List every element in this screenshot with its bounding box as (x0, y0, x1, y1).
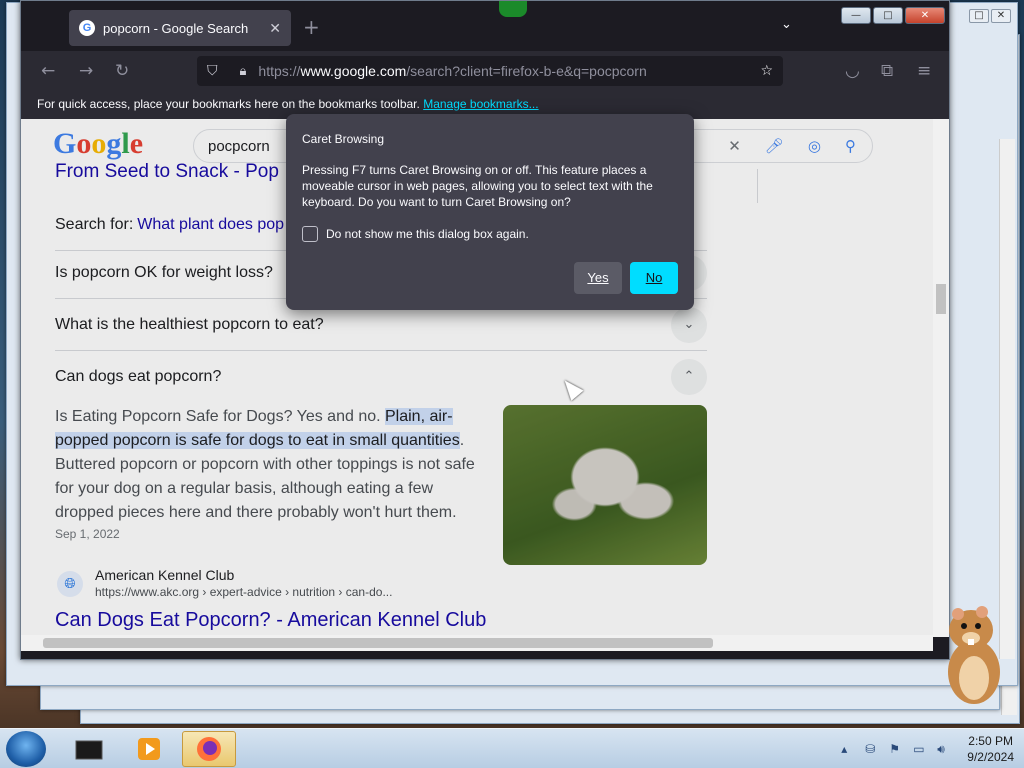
start-button[interactable] (6, 731, 46, 767)
search-for-link[interactable]: What plant does pop (137, 216, 284, 234)
tab-title: popcorn - Google Search (103, 20, 249, 36)
show-hidden-icons-arrow-icon[interactable]: ▴ (841, 742, 855, 756)
logo-letter: o (91, 127, 107, 160)
answer-date: Sep 1, 2022 (55, 527, 120, 541)
chevron-up-icon[interactable]: ⌃ (671, 359, 707, 395)
lock-icon[interactable]: 🔒︎ (240, 64, 247, 79)
faq-question: What is the healthiest popcorn to eat? (55, 315, 324, 333)
pocket-icon[interactable]: ◡ (845, 61, 860, 81)
partial-result-heading[interactable]: From Seed to Snack - Pop (55, 161, 279, 183)
tab-bar: G popcorn - Google Search ✕ + ⌄ — □ ✕ (21, 1, 949, 51)
firefox-icon (197, 737, 221, 761)
manage-bookmarks-link[interactable]: Manage bookmarks... (423, 97, 538, 111)
search-for-prefix: Search for: (55, 215, 134, 233)
system-tray: ▴ ⛁ ⚑ ▭ 🔊︎ 2:50 PM 9/2/2024 (841, 729, 1014, 768)
address-bar[interactable]: ⛉ 🔒︎ https://www.google.com/search?clien… (197, 56, 783, 86)
yes-button[interactable]: Yes (574, 262, 622, 294)
url-prefix: https:// (258, 63, 301, 79)
checkbox-box[interactable] (302, 226, 318, 242)
maximize-button[interactable]: □ (873, 7, 903, 24)
dont-show-again-checkbox[interactable]: Do not show me this dialog box again. (302, 226, 678, 242)
terminal-icon (75, 740, 103, 760)
taskbar-media-player[interactable] (122, 731, 176, 767)
url-host: www.google.com (300, 63, 407, 79)
close-tab-icon[interactable]: ✕ (269, 20, 281, 37)
tracking-protection-shield-icon[interactable]: ⛉ (207, 63, 218, 79)
answer-text: Is Eating Popcorn Safe for Dogs? Yes and… (55, 408, 385, 425)
window-grip (499, 1, 527, 17)
taskbar: ▴ ⛁ ⚑ ▭ 🔊︎ 2:50 PM 9/2/2024 (0, 728, 1024, 768)
clear-icon[interactable]: ✕ (728, 137, 741, 155)
logo-letter: e (129, 127, 144, 160)
scrollbar-thumb[interactable] (936, 284, 946, 314)
caret-browsing-dialog: Caret Browsing Pressing F7 turns Caret B… (286, 114, 694, 310)
back-arrow-icon[interactable]: ← (41, 61, 55, 81)
media-player-icon (138, 738, 160, 760)
faq-question: Can dogs eat popcorn? (55, 368, 222, 385)
forward-arrow-icon[interactable]: → (79, 61, 93, 81)
minimize-button[interactable]: — (841, 7, 871, 24)
google-logo[interactable]: Google (53, 127, 143, 161)
logo-letter: g (106, 127, 122, 160)
logo-letter: G (53, 127, 77, 160)
divider (757, 169, 758, 203)
url-path: /search?client=firefox-b-e&q=pocpcorn (406, 63, 647, 79)
dialog-buttons: Yes No (574, 262, 678, 294)
source-name[interactable]: American Kennel Club (95, 567, 234, 583)
taskbar-terminal[interactable] (62, 731, 116, 767)
checkbox-label: Do not show me this dialog box again. (326, 227, 529, 241)
horizontal-scrollbar[interactable] (21, 635, 933, 651)
close-icon[interactable]: ✕ (991, 9, 1011, 23)
faq-question-row-expanded[interactable]: Can dogs eat popcorn? ⌃ (55, 351, 707, 403)
result-title-link[interactable]: Can Dogs Eat Popcorn? - American Kennel … (55, 609, 486, 632)
clock[interactable]: 2:50 PM 9/2/2024 (967, 733, 1014, 765)
close-window-button[interactable]: ✕ (905, 7, 945, 24)
logo-letter: o (76, 127, 92, 160)
search-query[interactable]: pocpcorn (208, 138, 270, 155)
dialog-message: Pressing F7 turns Caret Browsing on or o… (302, 163, 653, 209)
scrollbar[interactable] (999, 139, 1015, 659)
scrollbar-thumb[interactable] (43, 638, 713, 648)
taskbar-firefox[interactable] (182, 731, 236, 767)
extensions-puzzle-icon[interactable]: ⧉ (881, 61, 893, 81)
menu-hamburger-icon[interactable]: ≡ (917, 61, 931, 81)
no-button[interactable]: No (630, 262, 678, 294)
vertical-scrollbar[interactable] (933, 119, 949, 637)
window-controls: — □ ✕ (841, 7, 945, 24)
tab-google-search[interactable]: G popcorn - Google Search ✕ (69, 10, 291, 46)
firefox-window: G popcorn - Google Search ✕ + ⌄ — □ ✕ ← … (20, 0, 950, 660)
lens-camera-icon[interactable]: ◎ (808, 137, 821, 155)
clock-date: 9/2/2024 (967, 750, 1014, 764)
globe-icon[interactable]: 🌐︎ (57, 571, 83, 597)
list-tabs-chevron-icon[interactable]: ⌄ (781, 17, 792, 32)
search-icon[interactable]: ⚲ (845, 137, 856, 155)
logo-letter: l (121, 127, 130, 160)
hamster-mascot-icon[interactable] (938, 604, 1008, 706)
bookmarks-hint-text: For quick access, place your bookmarks h… (37, 97, 420, 111)
microphone-icon[interactable]: 🎤︎ (765, 137, 784, 155)
network-icon[interactable]: ⛁ (865, 742, 879, 756)
navigation-toolbar: ← → ↻ ⛉ 🔒︎ https://www.google.com/search… (21, 51, 949, 91)
action-center-flag-icon[interactable]: ⚑ (889, 742, 903, 756)
volume-icon[interactable]: 🔊︎ (937, 742, 951, 756)
new-tab-button[interactable]: + (303, 15, 320, 39)
google-favicon-icon: G (79, 20, 95, 36)
chevron-down-icon[interactable]: ⌄ (671, 306, 707, 343)
display-icon[interactable]: ▭ (913, 742, 927, 756)
bookmark-star-icon[interactable]: ☆ (760, 63, 773, 79)
reload-icon[interactable]: ↻ (115, 61, 129, 81)
puppies-eating-image[interactable] (503, 405, 707, 565)
faq-answer: Is Eating Popcorn Safe for Dogs? Yes and… (55, 405, 483, 525)
source-url[interactable]: https://www.akc.org › expert-advice › nu… (95, 585, 392, 599)
search-box-icons: ✕ 🎤︎ ◎ ⚲ (728, 137, 872, 155)
clock-time: 2:50 PM (968, 734, 1013, 748)
faq-question: Is popcorn OK for weight loss? (55, 263, 273, 281)
maximize-icon[interactable]: □ (969, 9, 989, 23)
dialog-title: Caret Browsing (302, 132, 385, 146)
